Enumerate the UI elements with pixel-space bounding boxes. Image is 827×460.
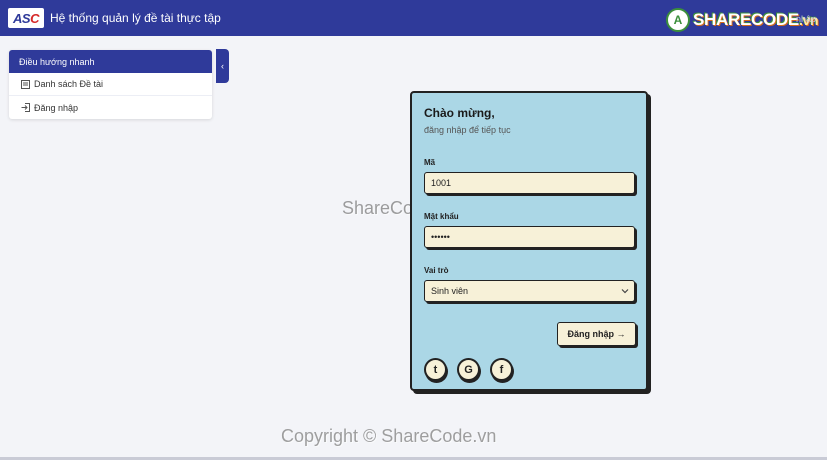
password-input[interactable]: ••••••	[424, 226, 635, 248]
sharecode-badge-icon: A	[666, 8, 690, 32]
social-login-group: t G f	[424, 358, 513, 381]
sidebar-item-topic-list[interactable]: Danh sách Đề tài	[9, 73, 212, 96]
facebook-icon[interactable]: f	[490, 358, 513, 381]
role-select[interactable]: Sinh viên	[424, 280, 635, 302]
chevron-down-icon	[621, 287, 629, 296]
login-nav-link[interactable]: nhập	[796, 14, 816, 24]
sharecode-brand-name: SHARECODE	[693, 10, 799, 29]
top-navbar: AS C Hệ thống quản lý đề tài thực tập A S…	[0, 0, 827, 36]
google-icon[interactable]: G	[457, 358, 480, 381]
list-icon	[19, 79, 31, 89]
sidebar-item-label: Đăng nhập	[34, 102, 79, 113]
chevron-left-icon: ‹	[221, 61, 224, 71]
tumblr-icon[interactable]: t	[424, 358, 447, 381]
sidebar-item-login[interactable]: Đăng nhập	[9, 96, 212, 119]
logo-text-c: C	[30, 10, 39, 26]
logo-text-as: AS	[13, 10, 31, 26]
app-title[interactable]: Hệ thống quản lý đề tài thực tập	[50, 11, 221, 25]
watermark-copyright: Copyright © ShareCode.vn	[281, 426, 497, 446]
role-label: Vai trò	[424, 266, 449, 275]
id-input[interactable]: 1001	[424, 172, 635, 194]
login-icon	[19, 103, 31, 112]
welcome-subtitle: đăng nhập để tiếp tục	[424, 125, 511, 135]
app-logo[interactable]: AS C	[8, 8, 44, 28]
role-selected-value: Sinh viên	[431, 286, 469, 296]
id-label: Mã	[424, 158, 436, 167]
login-submit-button[interactable]: Đăng nhập →	[557, 322, 636, 346]
password-label: Mật khẩu	[424, 212, 459, 221]
quick-nav-sidebar: Điều hướng nhanh Danh sách Đề tài Đăng n…	[9, 50, 212, 119]
welcome-heading: Chào mừng,	[424, 106, 495, 120]
login-card: Chào mừng, đăng nhập để tiếp tục Mã 1001…	[410, 91, 648, 391]
sidebar-collapse-button[interactable]: ‹	[216, 49, 229, 83]
sidebar-item-label: Danh sách Đề tài	[34, 79, 104, 89]
sidebar-heading: Điều hướng nhanh	[9, 50, 212, 73]
